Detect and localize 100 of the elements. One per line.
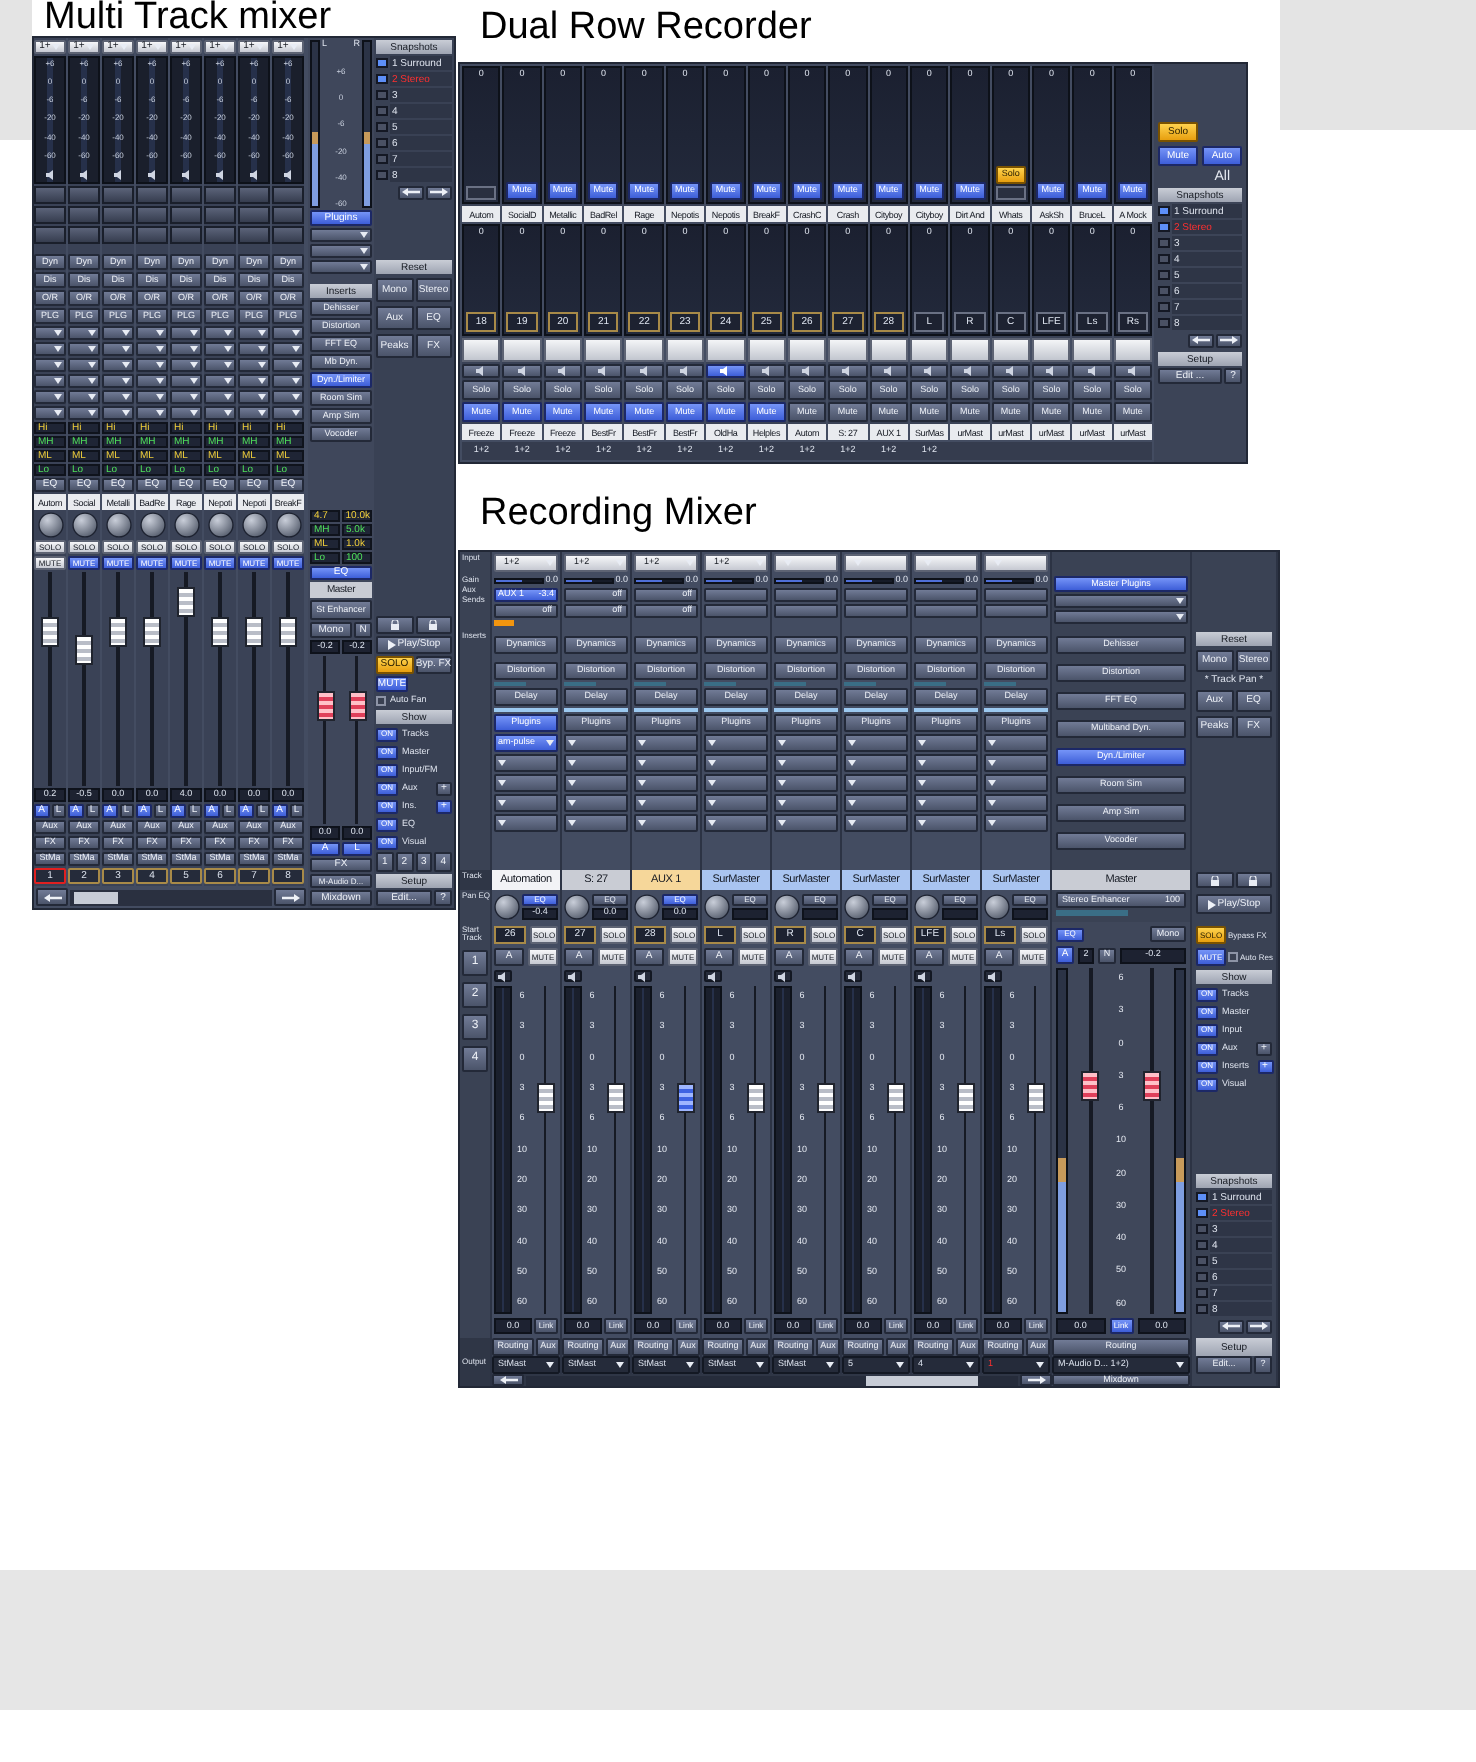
- effect-dropdown[interactable]: [634, 774, 698, 792]
- effect-dropdown[interactable]: [68, 390, 100, 404]
- insert-slot[interactable]: [204, 206, 236, 224]
- effect-dropdown[interactable]: [914, 794, 978, 812]
- insert-slot[interactable]: [204, 226, 236, 244]
- effect-dropdown[interactable]: [844, 754, 908, 772]
- fader-handle[interactable]: [676, 1082, 694, 1113]
- insert-slot[interactable]: [204, 186, 236, 204]
- knob-icon[interactable]: [634, 893, 660, 919]
- monitor-button[interactable]: [624, 364, 664, 378]
- monitor-button[interactable]: [502, 364, 542, 378]
- effect-dropdown[interactable]: [136, 406, 168, 420]
- scroll-left-button[interactable]: [36, 888, 68, 906]
- fader-bar[interactable]: [665, 338, 705, 362]
- insert-slot[interactable]: [238, 226, 270, 244]
- fader-bar[interactable]: [543, 338, 583, 362]
- effect-dropdown[interactable]: [844, 814, 908, 832]
- monitor-button[interactable]: [747, 364, 786, 378]
- fader-handle[interactable]: [279, 616, 297, 647]
- fader-handle[interactable]: [41, 616, 59, 647]
- knob-icon[interactable]: [207, 512, 233, 538]
- gain-slider[interactable]: [774, 578, 824, 584]
- monitor-button[interactable]: [950, 364, 990, 378]
- monitor-button[interactable]: [787, 364, 827, 378]
- knob-icon[interactable]: [494, 893, 520, 919]
- aux-send-button[interactable]: [704, 604, 768, 618]
- input-dropdown[interactable]: [844, 554, 908, 572]
- effect-dropdown[interactable]: [204, 358, 236, 372]
- effect-dropdown[interactable]: [844, 774, 908, 792]
- effect-dropdown[interactable]: [136, 342, 168, 356]
- effect-dropdown[interactable]: [272, 358, 304, 372]
- fader-bar[interactable]: [624, 338, 664, 362]
- knob-icon[interactable]: [37, 512, 63, 538]
- insert-slot[interactable]: [102, 226, 134, 244]
- effect-dropdown[interactable]: [102, 390, 134, 404]
- fader-bar[interactable]: [828, 338, 868, 362]
- insert-slot[interactable]: [68, 186, 100, 204]
- next-button[interactable]: [1216, 333, 1242, 347]
- effect-dropdown[interactable]: [272, 342, 304, 356]
- insert-slot[interactable]: [272, 206, 304, 224]
- fader-bar[interactable]: [462, 338, 501, 362]
- effect-dropdown[interactable]: [34, 390, 66, 404]
- effect-dropdown[interactable]: [238, 326, 270, 340]
- insert-slot[interactable]: [170, 186, 202, 204]
- monitor-button[interactable]: [774, 970, 792, 982]
- effect-dropdown[interactable]: [494, 774, 558, 792]
- effect-dropdown[interactable]: [914, 774, 978, 792]
- effect-dropdown[interactable]: [564, 774, 628, 792]
- fader-bar[interactable]: [909, 338, 949, 362]
- effect-dropdown[interactable]: [984, 774, 1048, 792]
- effect-dropdown[interactable]: [136, 374, 168, 388]
- monitor-button[interactable]: [543, 364, 583, 378]
- effect-dropdown[interactable]: [844, 734, 908, 752]
- effect-dropdown[interactable]: [102, 342, 134, 356]
- effect-dropdown[interactable]: [204, 374, 236, 388]
- insert-slot[interactable]: [170, 206, 202, 224]
- insert-slot[interactable]: [34, 186, 66, 204]
- insert-slot[interactable]: [102, 206, 134, 224]
- effect-dropdown[interactable]: [844, 794, 908, 812]
- effect-dropdown[interactable]: [914, 814, 978, 832]
- effect-dropdown[interactable]: [238, 374, 270, 388]
- fader-bar[interactable]: [584, 338, 623, 362]
- previous-button[interactable]: [1218, 1319, 1244, 1333]
- knob-icon[interactable]: [71, 512, 97, 538]
- aux-send-button[interactable]: [984, 588, 1048, 602]
- fader-handle[interactable]: [245, 616, 263, 647]
- effect-dropdown[interactable]: [564, 794, 628, 812]
- effect-dropdown[interactable]: [170, 358, 202, 372]
- effect-dropdown[interactable]: [774, 774, 838, 792]
- monitor-button[interactable]: [914, 970, 932, 982]
- fader-handle[interactable]: [143, 616, 161, 647]
- gain-slider[interactable]: [564, 578, 614, 584]
- effect-dropdown[interactable]: [704, 774, 768, 792]
- insert-slot[interactable]: [136, 226, 168, 244]
- effect-dropdown[interactable]: [238, 406, 270, 420]
- snapshot-led[interactable]: [1158, 206, 1170, 216]
- fader-handle[interactable]: [956, 1082, 974, 1113]
- scrollbar[interactable]: [526, 1375, 1018, 1385]
- gain-slider[interactable]: [844, 578, 894, 584]
- snapshot-led[interactable]: [1196, 1192, 1208, 1202]
- gain-slider[interactable]: [984, 578, 1034, 584]
- insert-slot[interactable]: [238, 186, 270, 204]
- insert-slot[interactable]: [102, 186, 134, 204]
- input-dropdown[interactable]: [984, 554, 1048, 572]
- fader-bar[interactable]: [1113, 338, 1153, 362]
- effect-dropdown[interactable]: [170, 390, 202, 404]
- monitor-button[interactable]: [828, 364, 868, 378]
- next-button[interactable]: [426, 185, 452, 199]
- effect-dropdown[interactable]: [774, 794, 838, 812]
- next-button[interactable]: [1246, 1319, 1272, 1333]
- snapshot-led[interactable]: [376, 58, 388, 68]
- fader-handle[interactable]: [886, 1082, 904, 1113]
- monitor-button[interactable]: [991, 364, 1031, 378]
- gain-slider[interactable]: [634, 578, 684, 584]
- effect-dropdown[interactable]: [102, 406, 134, 420]
- effect-dropdown[interactable]: [102, 374, 134, 388]
- monitor-button[interactable]: [1032, 364, 1071, 378]
- knob-icon[interactable]: [844, 893, 870, 919]
- input-dropdown[interactable]: [774, 554, 838, 572]
- effect-dropdown[interactable]: [914, 734, 978, 752]
